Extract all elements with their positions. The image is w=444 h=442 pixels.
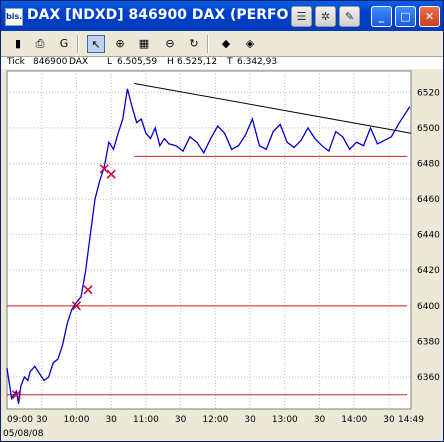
tray-button[interactable]: ☰ <box>291 6 312 27</box>
y-tick-label: 6400 <box>417 302 440 312</box>
edit-icon: ✎ <box>344 10 355 23</box>
toolbar: ▮ ⎙ G ↖ ⊕ ▦ ⊖ ↻ ◆ ◈ <box>1 32 443 57</box>
maximize-button[interactable]: □ <box>395 6 416 27</box>
y-tick-label: 6380 <box>417 337 440 347</box>
x-tick-label: 13:00 <box>272 415 298 425</box>
compare-icon[interactable]: ◆ <box>217 35 235 53</box>
options-icon: ✲ <box>320 10 331 23</box>
quote-wkn: 846900 <box>33 57 68 67</box>
x-tick-label: 12:00 <box>202 415 228 425</box>
zoom-rect-icon[interactable]: ▦ <box>135 35 153 53</box>
high-label: H <box>167 57 174 67</box>
close-button[interactable]: ✕ <box>419 6 440 27</box>
title-bar[interactable]: bis. DAX [NDXD] 846900 DAX (PERFORMANCE … <box>1 1 443 31</box>
tray-icon: ☰ <box>296 10 307 23</box>
y-tick-label: 6440 <box>417 231 440 241</box>
x-tick-label: 30 <box>36 415 48 425</box>
y-tick-label: 6420 <box>417 266 440 276</box>
quote-name: DAX <box>69 57 89 67</box>
print-icon[interactable]: ⎙ <box>31 35 49 53</box>
close-icon: ✕ <box>424 10 435 23</box>
x-tick-label: 30 <box>244 415 256 425</box>
toolbar-separator <box>77 35 79 53</box>
x-tick-label: 30 <box>105 415 117 425</box>
app-icon[interactable]: bis. <box>5 8 23 26</box>
zoom-in-icon[interactable]: ⊕ <box>111 35 129 53</box>
zoom-out-icon[interactable]: ⊖ <box>161 35 179 53</box>
x-tick-label: 30 <box>175 415 187 425</box>
x-tick-label: 14:49 <box>398 415 424 425</box>
y-tick-label: 6460 <box>417 195 440 205</box>
plot-area <box>6 70 412 410</box>
window-title: DAX [NDXD] 846900 DAX (PERFORMANCE <box>27 7 289 23</box>
quote-type: Tick <box>7 57 25 67</box>
time-value: 6.342,93 <box>237 57 278 67</box>
minimize-icon: _ <box>378 10 385 23</box>
low-label: L <box>107 57 113 67</box>
y-tick-label: 6500 <box>417 124 440 134</box>
y-tick-label: 6360 <box>417 373 440 383</box>
y-tick-label: 6520 <box>417 88 440 98</box>
price-chart[interactable]: 6360 6380 6400 6420 6440 6460 6480 6500 6520 09:0… <box>1 69 443 429</box>
chart-window: bis. DAX [NDXD] 846900 DAX (PERFORMANCE … <box>0 0 444 442</box>
x-tick-label: 10:00 <box>63 415 89 425</box>
low-value: 6.505,59 <box>117 57 158 67</box>
x-tick-label: 09:00 <box>7 415 33 425</box>
chart-date: 05/08/08 <box>3 429 44 439</box>
x-tick-label: 30 <box>383 415 395 425</box>
quote-info-bar: Tick 846900 DAX L 6.505,59 H 6.525,12 T … <box>1 57 443 69</box>
layers-icon[interactable]: ◈ <box>241 35 259 53</box>
gif-icon[interactable]: G <box>55 35 73 53</box>
minimize-button[interactable]: _ <box>371 6 392 27</box>
x-tick-label: 14:00 <box>341 415 367 425</box>
refresh-icon[interactable]: ↻ <box>185 35 203 53</box>
x-tick-label: 30 <box>314 415 326 425</box>
maximize-icon: □ <box>400 10 411 23</box>
chart-icon[interactable]: ▮ <box>9 35 27 53</box>
toolbar-separator <box>207 35 209 53</box>
x-tick-label: 11:00 <box>133 415 159 425</box>
high-value: 6.525,12 <box>177 57 218 67</box>
time-label: T <box>227 57 233 67</box>
pointer-icon[interactable]: ↖ <box>87 35 105 53</box>
y-tick-label: 6480 <box>417 160 440 170</box>
edit-button[interactable]: ✎ <box>339 6 360 27</box>
options-button[interactable]: ✲ <box>315 6 336 27</box>
